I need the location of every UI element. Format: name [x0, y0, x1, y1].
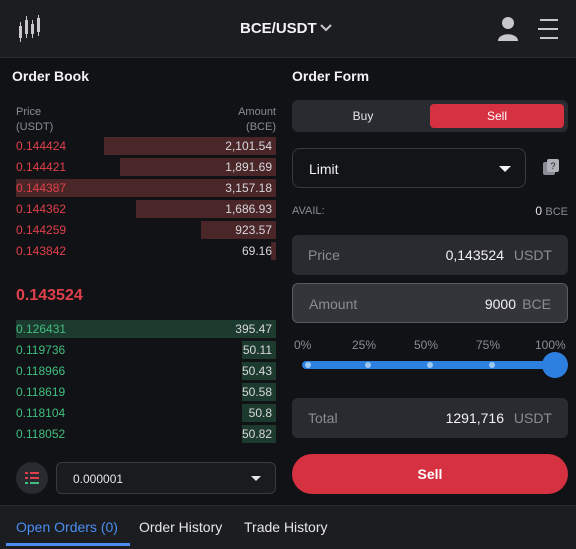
row-amount: 923.57 [235, 223, 272, 237]
slider-step-dot[interactable] [427, 362, 433, 368]
order-type-value: Limit [309, 161, 339, 177]
top-bar: BCE/USDT [0, 0, 576, 58]
row-price: 0.118619 [16, 385, 66, 399]
ask-row[interactable]: 0.144387 3,157.18 [16, 179, 276, 197]
side-toggle: Buy Sell [292, 100, 568, 132]
sell-tab[interactable]: Sell [430, 104, 564, 128]
price-header-label: Price [16, 106, 42, 118]
row-amount: 69.16 [241, 244, 272, 258]
row-amount: 395.47 [235, 322, 272, 336]
row-price: 0.144259 [16, 223, 67, 237]
row-amount: 1,686.93 [225, 202, 272, 216]
avail-label: AVAIL: [292, 205, 325, 217]
row-amount: 2,101.54 [225, 139, 272, 153]
bid-row[interactable]: 0.118104 50.8 [16, 404, 276, 422]
menu-icon[interactable] [536, 16, 560, 42]
total-input-value: 1291,716 [445, 410, 504, 426]
tab-open-orders[interactable]: Open Orders (0) [16, 519, 118, 535]
total-input[interactable]: Total 1291,716 USDT [292, 398, 568, 438]
trading-pair-title[interactable]: BCE/USDT [240, 20, 317, 37]
amount-input-label: Amount [309, 296, 358, 312]
last-price[interactable]: 0.143524 [16, 287, 83, 305]
total-input-label: Total [308, 410, 338, 426]
price-column-header: Price (USDT) [16, 105, 53, 135]
avail-balance: 0 BCE [450, 204, 568, 218]
candlestick-chart-icon[interactable] [17, 14, 41, 44]
precision-value: 0.000001 [73, 472, 124, 486]
price-input-label: Price [308, 247, 340, 263]
row-price: 0.126431 [16, 322, 67, 336]
bottom-tab-bar: Open Orders (0) Order History Trade Hist… [0, 505, 576, 549]
row-amount: 1,891.69 [225, 160, 272, 174]
row-price: 0.144424 [16, 139, 67, 153]
amount-percent-slider[interactable] [298, 352, 568, 378]
tab-trade-history[interactable]: Trade History [244, 519, 328, 535]
percent-mark-25[interactable]: 25% [352, 338, 376, 352]
amount-input[interactable]: Amount 9000 BCE [292, 283, 568, 323]
slider-step-dot[interactable] [365, 362, 371, 368]
price-input-unit: USDT [513, 247, 552, 263]
row-amount: 50.11 [242, 343, 272, 357]
order-type-select[interactable]: Limit [292, 148, 526, 188]
bid-row[interactable]: 0.119736 50.11 [16, 341, 276, 359]
amount-input-unit: BCE [522, 296, 551, 312]
ask-row[interactable]: 0.144421 1,891.69 [16, 158, 276, 176]
price-input-value: 0,143524 [445, 247, 504, 263]
active-tab-indicator [6, 543, 130, 546]
caret-down-icon [499, 166, 511, 172]
sell-button[interactable]: Sell [292, 454, 568, 494]
percent-mark-100[interactable]: 100% [535, 338, 566, 352]
row-price: 0.144387 [16, 181, 67, 195]
user-icon[interactable] [496, 15, 520, 41]
order-book-title: Order Book [12, 68, 90, 84]
amount-header-label: Amount [238, 106, 276, 118]
percent-mark-50[interactable]: 50% [414, 338, 438, 352]
row-price: 0.143842 [16, 244, 67, 258]
list-icon [25, 472, 39, 484]
calculator-icon[interactable]: ? [542, 158, 560, 176]
slider-step-dot[interactable] [489, 362, 495, 368]
chevron-down-icon[interactable] [318, 20, 334, 36]
price-header-unit: (USDT) [16, 121, 54, 133]
amount-column-header: Amount (BCE) [200, 105, 276, 135]
row-amount: 3,157.18 [225, 181, 272, 195]
row-amount: 50.82 [241, 427, 272, 441]
row-amount: 50.8 [248, 406, 272, 420]
row-price: 0.119736 [16, 343, 66, 357]
amount-input-value: 9000 [484, 296, 516, 312]
row-amount: 50.43 [241, 364, 272, 378]
bid-row[interactable]: 0.118966 50.43 [16, 362, 276, 380]
depth-view-button[interactable] [16, 462, 48, 494]
buy-tab[interactable]: Buy [296, 104, 430, 128]
precision-select[interactable]: 0.000001 [56, 462, 276, 494]
svg-text:?: ? [550, 161, 555, 171]
amount-header-unit: (BCE) [246, 121, 276, 133]
bid-row[interactable]: 0.118052 50.82 [16, 425, 276, 443]
caret-down-icon [251, 476, 261, 481]
row-price: 0.144421 [16, 160, 67, 174]
tab-order-history[interactable]: Order History [139, 519, 222, 535]
price-input[interactable]: Price 0,143524 USDT [292, 235, 568, 275]
ask-row[interactable]: 0.144424 2,101.54 [16, 137, 276, 155]
ask-row[interactable]: 0.144362 1,686.93 [16, 200, 276, 218]
ask-row[interactable]: 0.144259 923.57 [16, 221, 276, 239]
row-price: 0.118052 [16, 427, 66, 441]
avail-unit: BCE [545, 206, 568, 218]
total-input-unit: USDT [513, 410, 552, 426]
row-amount: 50.58 [241, 385, 272, 399]
slider-step-dot[interactable] [305, 362, 311, 368]
row-price: 0.144362 [16, 202, 67, 216]
bid-row[interactable]: 0.118619 50.58 [16, 383, 276, 401]
row-price: 0.118966 [16, 364, 66, 378]
order-form-title: Order Form [292, 68, 370, 84]
slider-handle[interactable] [542, 352, 568, 378]
avail-value: 0 [535, 204, 543, 218]
ask-row[interactable]: 0.143842 69.16 [16, 242, 276, 260]
row-price: 0.118104 [16, 406, 66, 420]
percent-mark-0[interactable]: 0% [294, 338, 311, 352]
percent-mark-75[interactable]: 75% [476, 338, 500, 352]
bid-row[interactable]: 0.126431 395.47 [16, 320, 276, 338]
